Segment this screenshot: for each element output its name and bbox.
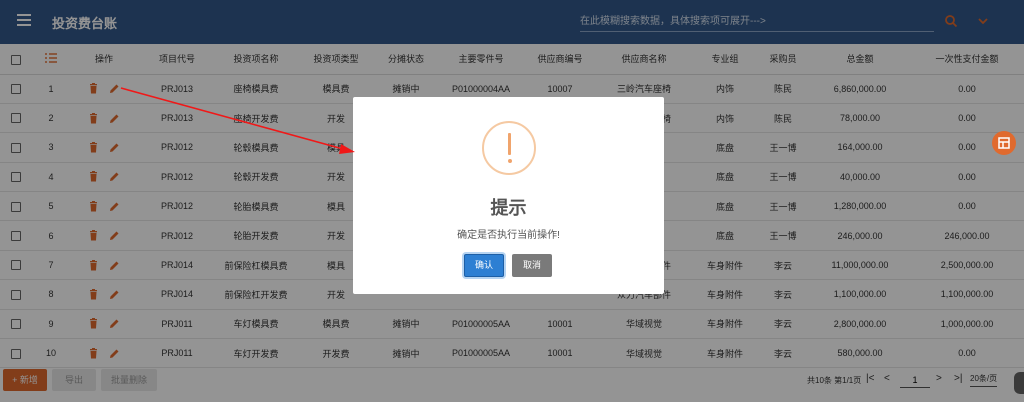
dialog-title: 提示: [490, 198, 527, 218]
fab-button[interactable]: [992, 131, 1016, 155]
confirm-dialog: 提示 确定是否执行当前操作! 确认 取消: [353, 97, 664, 294]
dialog-message: 确定是否执行当前操作!: [457, 230, 560, 241]
side-panel-handle[interactable]: [1014, 372, 1024, 394]
confirm-button[interactable]: 确认: [464, 254, 504, 277]
warning-icon: [482, 121, 536, 175]
grid-icon: [998, 137, 1010, 149]
cancel-button[interactable]: 取消: [512, 254, 552, 277]
